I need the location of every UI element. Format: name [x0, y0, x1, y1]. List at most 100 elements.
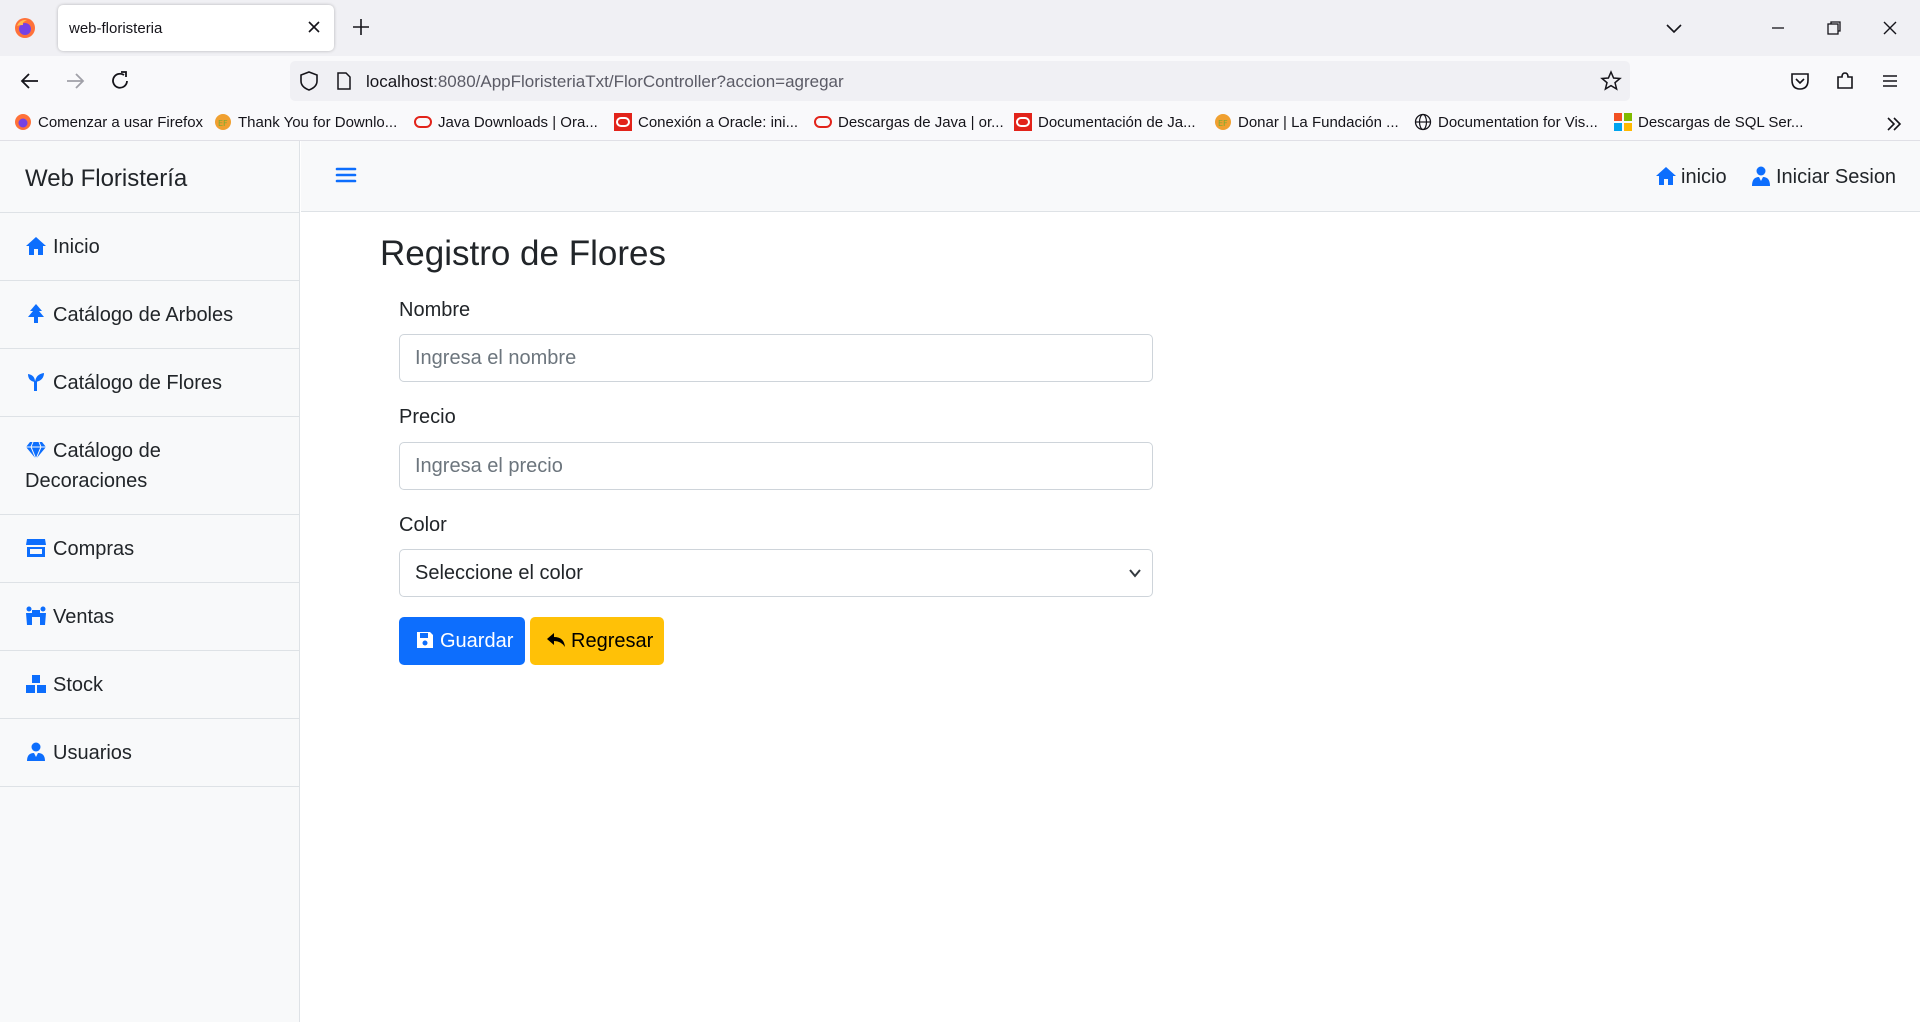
- extensions-icon[interactable]: [1832, 68, 1858, 94]
- globe-icon: [1414, 113, 1432, 131]
- close-tab-icon[interactable]: [304, 17, 324, 37]
- sidebar: Web Floristería Inicio Catálogo de Arbol…: [0, 141, 300, 1022]
- close-window-icon[interactable]: [1878, 16, 1902, 40]
- menu-toggle-icon[interactable]: [335, 165, 357, 185]
- cubes-icon: [26, 675, 46, 693]
- firefox-logo-icon: [15, 18, 35, 38]
- bookmark-item[interactable]: Comenzar a usar Firefox: [14, 113, 203, 135]
- ef-logo-icon: EF: [215, 114, 231, 130]
- minimize-window-icon[interactable]: [1766, 16, 1790, 40]
- page-title: Registro de Flores: [380, 234, 666, 273]
- oracle-icon: [814, 116, 832, 128]
- bookmark-item[interactable]: Conexión a Oracle: ini...: [614, 113, 798, 135]
- save-button[interactable]: Guardar: [399, 617, 525, 665]
- color-select-value: Seleccione el color: [415, 562, 583, 584]
- nombre-label: Nombre: [399, 299, 471, 321]
- back-button[interactable]: Regresar: [530, 617, 664, 665]
- bookmark-item[interactable]: Java Downloads | Ora...: [414, 113, 598, 135]
- topnav-home-link[interactable]: inicio: [1655, 165, 1727, 189]
- svg-text:EF: EF: [218, 119, 228, 128]
- browser-tab-bar: web-floristeria: [0, 0, 1920, 56]
- restore-window-icon[interactable]: [1822, 16, 1846, 40]
- pocket-icon[interactable]: [1787, 68, 1813, 94]
- ef-logo-icon: EF: [1215, 114, 1231, 130]
- bookmark-star-icon[interactable]: [1600, 70, 1622, 92]
- topnav-login-label: Iniciar Sesion: [1776, 166, 1897, 188]
- sidebar-item-ventas[interactable]: Ventas: [0, 583, 299, 651]
- back-button-label: Regresar: [571, 629, 654, 652]
- bookmark-label: Comenzar a usar Firefox: [38, 114, 204, 131]
- oracle-icon: [614, 113, 632, 131]
- sidebar-brand[interactable]: Web Floristería: [0, 141, 299, 213]
- firefox-icon: [15, 114, 31, 130]
- bookmark-label: Descargas de Java | or...: [838, 114, 1004, 131]
- url-text[interactable]: localhost:8080/AppFloristeriaTxt/FlorCon…: [366, 72, 844, 92]
- bookmark-label: Documentación de Ja...: [1038, 114, 1196, 131]
- people-carry-icon: [26, 606, 46, 625]
- tab-title: web-floristeria: [69, 20, 163, 37]
- sidebar-item-label: Compras: [53, 538, 135, 560]
- bookmark-item[interactable]: Documentación de Ja...: [1014, 113, 1196, 135]
- nombre-input[interactable]: [399, 334, 1153, 382]
- chevron-down-icon[interactable]: [1662, 16, 1686, 40]
- bookmark-label: Conexión a Oracle: ini...: [638, 114, 799, 131]
- store-icon: [26, 539, 46, 557]
- forward-arrow-icon[interactable]: [62, 68, 88, 94]
- oracle-icon: [414, 116, 432, 128]
- url-path: :8080/AppFloristeriaTxt/FlorController?a…: [433, 72, 844, 91]
- bookmark-item[interactable]: Descargas de Java | or...: [814, 113, 1004, 135]
- bookmark-label: Thank You for Downlo...: [238, 114, 398, 131]
- floppy-disk-icon: [417, 631, 433, 648]
- sidebar-item-label: Catálogo de Flores: [53, 372, 222, 394]
- double-chevron-right-icon[interactable]: [1882, 112, 1906, 136]
- topnav-login-link[interactable]: Iniciar Sesion: [1750, 165, 1896, 189]
- sidebar-item-label: Stock: [53, 674, 104, 696]
- chevron-down-icon: [1129, 569, 1141, 578]
- topnav-home-label: inicio: [1681, 166, 1727, 188]
- seedling-icon: [28, 373, 44, 391]
- sidebar-item-catalogo-flores[interactable]: Catálogo de Flores: [0, 349, 299, 417]
- browser-tab-active[interactable]: web-floristeria: [58, 5, 334, 51]
- back-arrow-icon[interactable]: [17, 68, 43, 94]
- sidebar-item-usuarios[interactable]: Usuarios: [0, 719, 299, 787]
- page-icon[interactable]: [334, 71, 354, 91]
- color-select[interactable]: Seleccione el color: [399, 549, 1153, 597]
- bookmark-item[interactable]: Descargas de SQL Ser...: [1614, 113, 1803, 135]
- sidebar-item-label: Inicio: [53, 236, 100, 258]
- bookmarks-toolbar: Comenzar a usar Firefox EF Thank You for …: [0, 106, 1920, 141]
- sidebar-item-label: Ventas: [53, 606, 115, 628]
- bookmark-item[interactable]: Documentation for Vis...: [1414, 113, 1598, 135]
- new-tab-plus-icon[interactable]: [350, 16, 372, 38]
- bookmark-label: Donar | La Fundación ...: [1238, 114, 1399, 131]
- main-content: Registro de Flores Nombre Precio Color S…: [301, 212, 1920, 1022]
- bookmark-item[interactable]: EF Thank You for Downlo...: [214, 113, 397, 135]
- menu-hamburger-icon[interactable]: [1877, 68, 1903, 94]
- precio-label: Precio: [399, 406, 456, 428]
- tree-icon: [28, 304, 44, 323]
- shield-icon[interactable]: [298, 70, 320, 92]
- microsoft-logo-icon: [1614, 113, 1632, 131]
- home-icon: [1656, 167, 1676, 185]
- reload-icon[interactable]: [107, 68, 133, 94]
- sidebar-item-label: Usuarios: [53, 742, 132, 764]
- svg-text:EF: EF: [1218, 119, 1228, 128]
- top-navbar: inicio Iniciar Sesion: [301, 141, 1920, 212]
- color-label: Color: [399, 514, 447, 536]
- browser-nav-bar: localhost:8080/AppFloristeriaTxt/FlorCon…: [0, 56, 1920, 106]
- sidebar-item-catalogo-decoraciones[interactable]: Catálogo de Decoraciones: [0, 417, 299, 515]
- bookmark-item[interactable]: EF Donar | La Fundación ...: [1214, 113, 1399, 135]
- home-icon: [26, 237, 46, 255]
- save-button-label: Guardar: [440, 629, 514, 652]
- bookmark-label: Descargas de SQL Ser...: [1638, 114, 1804, 131]
- sidebar-item-label: Catálogo de Arboles: [53, 304, 234, 326]
- sidebar-item-stock[interactable]: Stock: [0, 651, 299, 719]
- sidebar-item-catalogo-arboles[interactable]: Catálogo de Arboles: [0, 281, 299, 349]
- sidebar-item-compras[interactable]: Compras: [0, 515, 299, 583]
- url-bar[interactable]: localhost:8080/AppFloristeriaTxt/FlorCon…: [290, 61, 1630, 101]
- user-tie-icon: [27, 742, 45, 761]
- reply-arrow-icon: [547, 632, 565, 647]
- oracle-icon: [1014, 113, 1032, 131]
- precio-input[interactable]: [399, 442, 1153, 490]
- bookmark-label: Java Downloads | Ora...: [438, 114, 598, 131]
- sidebar-item-inicio[interactable]: Inicio: [0, 213, 299, 281]
